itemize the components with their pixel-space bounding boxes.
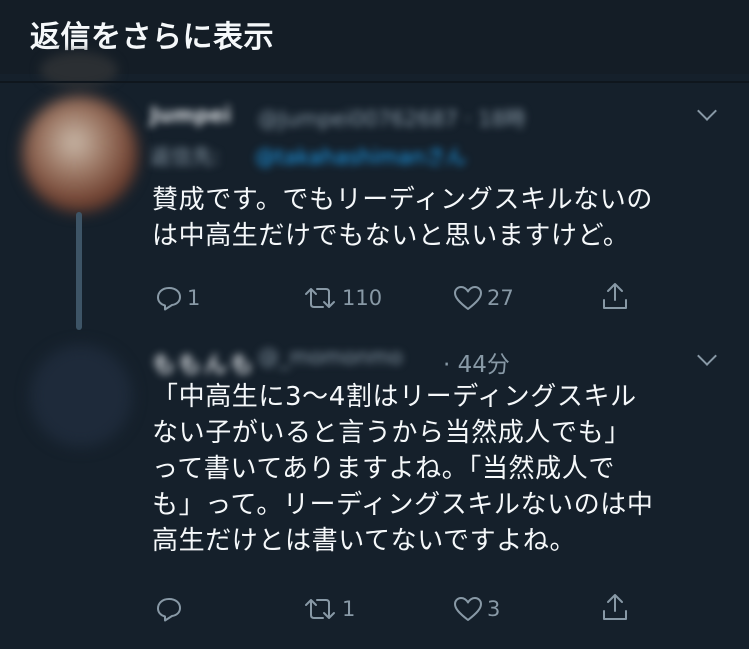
author-name[interactable]: Jumpei <box>150 103 231 127</box>
author-handle[interactable]: @Jumpei00762687 · 18時 <box>258 103 526 133</box>
reply-count: 1 <box>187 286 201 310</box>
reply-icon <box>157 287 181 311</box>
tweet-text-line: 「中高生に3〜4割はリーディングスキル <box>152 382 637 412</box>
share-button[interactable] <box>601 281 629 311</box>
avatar[interactable] <box>30 345 132 447</box>
reply-icon <box>157 598 181 622</box>
author-handle[interactable]: @_momonmo <box>258 345 403 369</box>
tweet-text-line: は中高生だけでもないと思いますけど。 <box>152 221 630 251</box>
heart-icon <box>454 597 482 621</box>
retweet-button[interactable]: 1 <box>302 594 355 624</box>
tweet-text-line: って書いてありますよね。「当然成人で <box>152 454 615 484</box>
retweet-icon <box>305 599 335 619</box>
heart-icon <box>454 286 482 310</box>
share-icon <box>603 283 627 309</box>
like-count: 3 <box>487 597 501 621</box>
share-button[interactable] <box>601 592 629 622</box>
retweet-count: 1 <box>342 597 356 621</box>
retweet-icon <box>305 288 335 308</box>
like-button[interactable]: 27 <box>453 283 514 313</box>
like-count: 27 <box>487 286 514 310</box>
reply-button[interactable] <box>155 594 187 624</box>
show-more-replies-button[interactable]: 返信をさらに表示 <box>30 12 274 56</box>
divider <box>0 81 749 83</box>
like-button[interactable]: 3 <box>453 594 500 624</box>
avatar[interactable] <box>22 96 138 212</box>
tweet-text-line: 賛成です。でもリーディングスキルないの <box>152 185 653 215</box>
tweet-text: 賛成です。でもリーディングスキルないの は中高生だけでもないと思いますけど。 <box>152 182 653 254</box>
reply-button[interactable]: 1 <box>155 283 200 313</box>
tweet-text-line: ない子がいると言うから当然成人でも」 <box>152 418 631 448</box>
tweet-text-line: 高生だけとは書いてないですよね。 <box>152 526 577 556</box>
author-name[interactable]: ももんも <box>152 345 256 379</box>
reply-to-label: 返信先: <box>150 145 221 169</box>
tweet-timestamp[interactable]: · 44分 <box>443 345 510 379</box>
reply-to-mention-link[interactable]: @takahashimanさん <box>255 141 467 171</box>
chevron-down-icon[interactable] <box>697 101 717 121</box>
share-icon <box>603 594 627 620</box>
chevron-down-icon[interactable] <box>697 346 717 366</box>
tweet-text: 「中高生に3〜4割はリーディングスキル ない子がいると言うから当然成人でも」 っ… <box>152 379 654 559</box>
retweet-button[interactable]: 110 <box>302 283 382 313</box>
timeline-page: 返信をさらに表示 Jumpei @Jumpei00762687 · 18時 返信… <box>0 0 749 649</box>
retweet-count: 110 <box>342 286 383 310</box>
tweet-text-line: も」って。リーディングスキルないのは中 <box>152 490 654 520</box>
thread-connector-line <box>76 212 82 330</box>
